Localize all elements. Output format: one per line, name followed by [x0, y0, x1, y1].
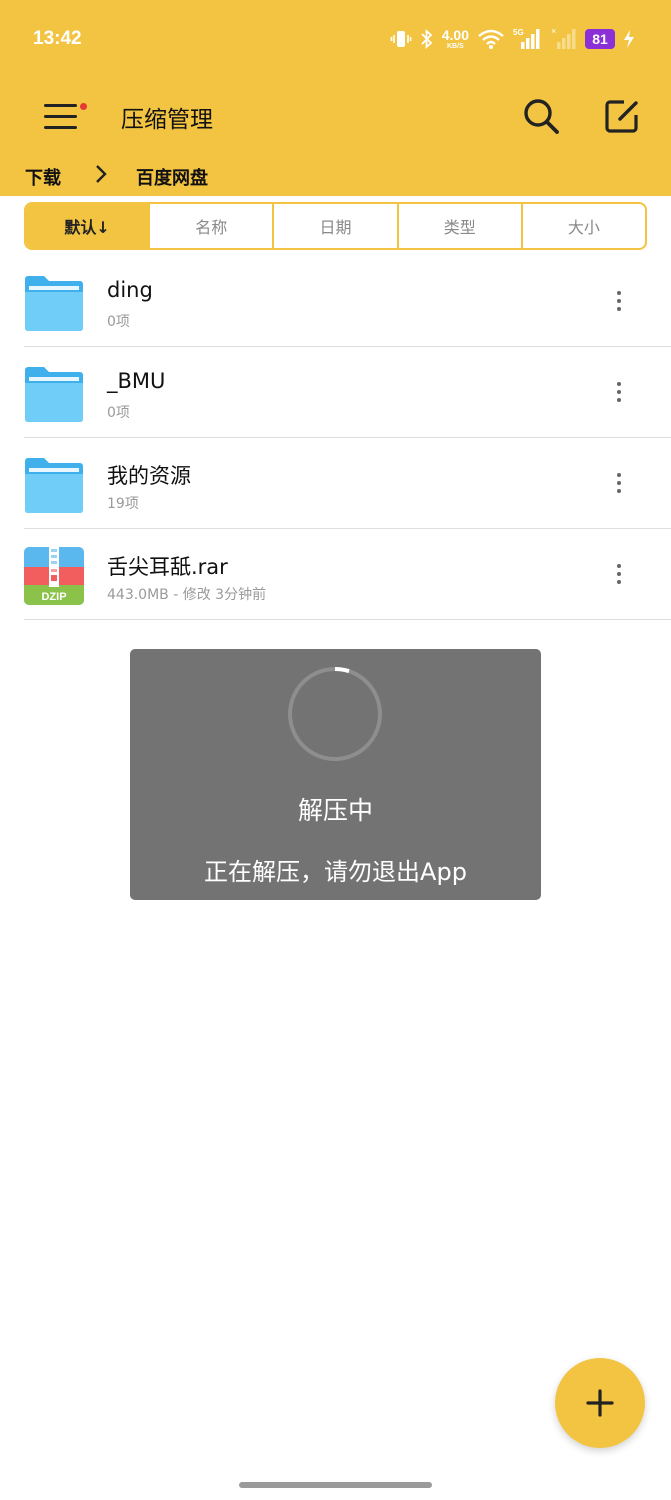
plus-icon	[586, 1389, 614, 1417]
status-bar: 13:42 4.00 KB/S 5G × 81	[0, 0, 671, 80]
menu-icon	[44, 104, 77, 107]
file-meta: 0项	[107, 314, 130, 330]
add-button[interactable]	[555, 1358, 645, 1448]
wifi-icon	[477, 28, 505, 50]
page-title: 压缩管理	[121, 107, 213, 133]
more-options-button[interactable]	[609, 375, 629, 409]
breadcrumb: 下载 百度网盘	[0, 156, 671, 196]
svg-text:DZIP: DZIP	[41, 591, 66, 603]
dialog-title: 解压中	[297, 796, 373, 825]
file-meta: 443.0MB - 修改 3分钟前	[107, 587, 267, 603]
file-name: _BMU	[107, 369, 166, 393]
breadcrumb-item-download[interactable]: 下载	[25, 164, 61, 190]
svg-text:×: ×	[551, 27, 556, 36]
sort-tab-size[interactable]: 大小	[523, 204, 645, 248]
battery-level: 81	[585, 29, 615, 49]
signal-empty-icon: ×	[551, 27, 577, 51]
list-item[interactable]: 我的资源 19项	[24, 438, 671, 529]
menu-icon-bar	[44, 126, 77, 129]
search-button[interactable]	[517, 92, 565, 140]
edit-icon	[605, 100, 638, 133]
app-header: 13:42 4.00 KB/S 5G × 81 压缩管理 下载 百度网盘	[0, 0, 671, 196]
archive-icon: DZIP	[24, 547, 84, 605]
sort-tab-date[interactable]: 日期	[274, 204, 399, 248]
signal-5g-icon: 5G	[513, 27, 543, 51]
toolbar: 压缩管理	[0, 80, 671, 156]
breadcrumb-item-baidu[interactable]: 百度网盘	[136, 164, 208, 190]
more-options-button[interactable]	[609, 284, 629, 318]
sort-tab-name[interactable]: 名称	[150, 204, 275, 248]
file-name: 舌尖耳舐.rar	[107, 555, 228, 579]
chevron-right-icon	[93, 162, 109, 190]
sort-tab-default[interactable]: 默认↓	[26, 204, 151, 248]
file-name: 我的资源	[107, 464, 191, 488]
edit-button[interactable]	[598, 92, 646, 140]
vibrate-icon	[390, 28, 412, 50]
folder-icon	[25, 276, 83, 331]
file-name: ding	[107, 278, 153, 302]
network-speed: 4.00 KB/S	[441, 27, 469, 50]
list-item[interactable]: _BMU 0项	[24, 347, 671, 438]
menu-icon-bar	[44, 115, 77, 118]
file-meta: 0项	[107, 405, 130, 421]
progress-dialog: 解压中 正在解压，请勿退出App	[130, 649, 541, 900]
dialog-message: 正在解压，请勿退出App	[204, 858, 467, 886]
svg-text:5G: 5G	[513, 28, 524, 37]
file-meta: 19项	[107, 496, 139, 512]
sort-tabs: 默认↓ 名称 日期 类型 大小	[24, 202, 647, 250]
menu-button[interactable]	[40, 96, 87, 136]
charging-icon	[623, 29, 635, 49]
list-item[interactable]: ding 0项	[24, 256, 671, 347]
folder-icon	[25, 367, 83, 422]
search-icon	[524, 99, 559, 134]
more-options-button[interactable]	[609, 557, 629, 591]
status-time: 13:42	[33, 28, 82, 49]
notification-dot	[80, 103, 87, 110]
status-icons: 4.00 KB/S 5G × 81	[390, 24, 635, 54]
bluetooth-icon	[420, 28, 434, 50]
more-options-button[interactable]	[609, 466, 629, 500]
home-indicator[interactable]	[239, 1482, 432, 1488]
folder-icon	[25, 458, 83, 513]
loading-spinner-icon	[288, 666, 382, 761]
list-item[interactable]: DZIP 舌尖耳舐.rar 443.0MB - 修改 3分钟前	[24, 529, 671, 620]
file-list: ding 0项 _BMU 0项 我的资源 19项 DZIP 舌尖耳舐.rar 4…	[0, 256, 671, 620]
sort-tab-type[interactable]: 类型	[399, 204, 523, 248]
